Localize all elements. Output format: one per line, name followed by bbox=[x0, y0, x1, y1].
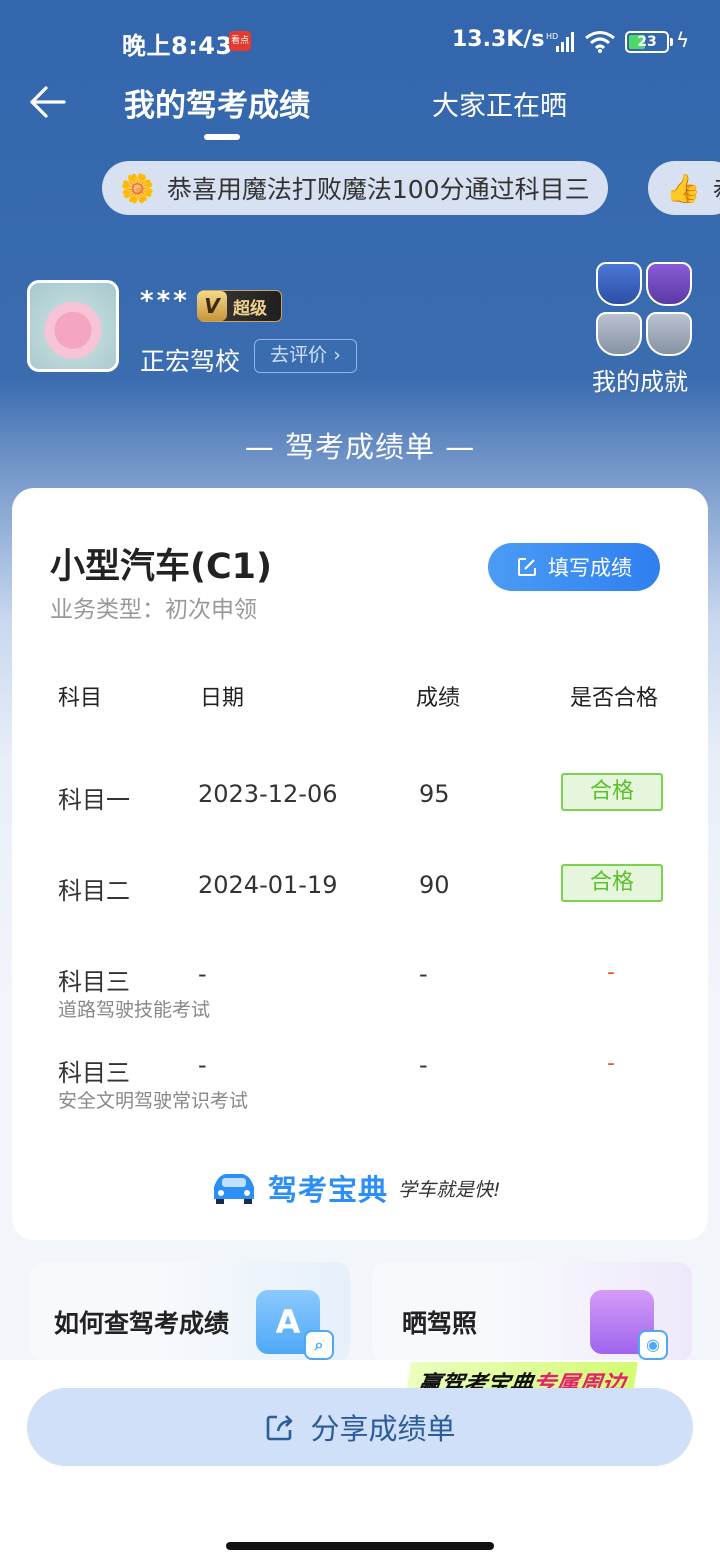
vip-badge[interactable]: V 超级 bbox=[197, 290, 282, 322]
col-header-score: 成绩 bbox=[416, 686, 461, 711]
driving-school: 正宏驾校 bbox=[140, 347, 241, 376]
row-subject: 科目三 bbox=[58, 1059, 130, 1087]
row-subject: 科目二 bbox=[58, 877, 130, 905]
how-to-check-title: 如何查驾考成绩 bbox=[54, 1309, 230, 1338]
business-type: 业务类型：初次申领 bbox=[50, 597, 257, 623]
share-report-label: 分享成绩单 bbox=[310, 1412, 456, 1446]
tab-everyone-sharing[interactable]: 大家正在晒 bbox=[432, 84, 567, 123]
row-subject: 科目一 bbox=[58, 786, 130, 814]
col-header-date: 日期 bbox=[200, 686, 245, 711]
row-score: - bbox=[419, 960, 428, 988]
home-indicator[interactable] bbox=[226, 1542, 494, 1550]
achievements-label[interactable]: 我的成就 bbox=[592, 362, 688, 397]
avatar[interactable] bbox=[27, 280, 119, 372]
news-app-badge-icon: 看点 bbox=[229, 31, 251, 51]
marquee-item[interactable]: 🌼 恭喜用魔法打败魔法100分通过科目三 bbox=[102, 161, 608, 215]
row-date: 2024-01-19 bbox=[198, 871, 338, 899]
thumbs-up-icon: 👍 bbox=[666, 171, 701, 205]
how-to-check-card[interactable]: 如何查驾考成绩 A ⌕ bbox=[30, 1262, 350, 1362]
row-subject-desc: 道路驾驶技能考试 bbox=[58, 999, 211, 1021]
brand-logo: 驾考宝典 学车就是快! bbox=[208, 1166, 501, 1210]
row-subject: 科目三 bbox=[58, 968, 130, 996]
username: *** bbox=[140, 286, 190, 316]
edit-icon bbox=[518, 558, 536, 576]
battery-tip bbox=[670, 38, 673, 46]
wifi-icon bbox=[585, 31, 615, 53]
medal-icon bbox=[596, 312, 642, 356]
marquee-text: 恭 bbox=[713, 170, 720, 206]
row-subject-desc: 安全文明驾驶常识考试 bbox=[58, 1090, 249, 1112]
document-search-icon: A ⌕ bbox=[256, 1290, 334, 1360]
row-score: 90 bbox=[419, 871, 450, 899]
document-letter: A bbox=[275, 1303, 301, 1341]
signal-icon: HD bbox=[546, 32, 574, 52]
col-header-subject: 科目 bbox=[58, 686, 103, 711]
battery-icon: 23 bbox=[625, 31, 669, 53]
row-score: 95 bbox=[419, 780, 450, 808]
row-date: - bbox=[198, 1051, 207, 1079]
rate-button[interactable]: 去评价 › bbox=[254, 339, 357, 373]
magnifier-icon: ⌕ bbox=[304, 1330, 334, 1360]
vip-label: 超级 bbox=[233, 298, 267, 319]
active-tab-indicator bbox=[204, 134, 240, 140]
car-logo-icon bbox=[214, 1174, 254, 1204]
marquee-text: 恭喜用魔法打败魔法100分通过科目三 bbox=[166, 175, 590, 204]
col-header-passed: 是否合格 bbox=[570, 686, 659, 711]
photo-icon: ◉ bbox=[590, 1290, 668, 1360]
achievement-medals[interactable] bbox=[594, 262, 694, 356]
share-license-title: 晒驾照 bbox=[402, 1309, 478, 1338]
camera-icon: ◉ bbox=[638, 1330, 668, 1360]
flower-icon: 🌼 bbox=[120, 171, 155, 205]
section-title: — 驾考成绩单 — bbox=[244, 430, 476, 464]
share-icon bbox=[267, 1415, 293, 1441]
medal-icon bbox=[596, 262, 642, 306]
back-arrow-icon[interactable] bbox=[28, 84, 68, 120]
brand-name: 驾考宝典 bbox=[268, 1173, 389, 1207]
medal-icon bbox=[646, 262, 692, 306]
row-date: - bbox=[198, 960, 207, 988]
status-time: 晚上8:43 bbox=[122, 32, 233, 60]
pass-badge: 合格 bbox=[561, 864, 663, 902]
fill-score-label: 填写成绩 bbox=[548, 556, 632, 580]
fill-score-button[interactable]: 填写成绩 bbox=[488, 543, 660, 591]
row-passed: - bbox=[607, 960, 615, 985]
car-type: 小型汽车(C1) bbox=[50, 547, 273, 587]
charging-icon: ϟ bbox=[676, 28, 690, 52]
pass-badge: 合格 bbox=[561, 773, 663, 811]
network-type: HD bbox=[546, 32, 558, 41]
share-license-card[interactable]: 晒驾照 ◉ bbox=[372, 1262, 692, 1362]
row-passed: - bbox=[607, 1051, 615, 1076]
medal-icon bbox=[646, 312, 692, 356]
share-report-button[interactable]: 分享成绩单 bbox=[27, 1388, 693, 1466]
network-speed: 13.3K/s bbox=[452, 27, 545, 52]
battery-level: 23 bbox=[637, 34, 657, 50]
tab-my-scores[interactable]: 我的驾考成绩 bbox=[124, 80, 310, 125]
row-score: - bbox=[419, 1051, 428, 1079]
brand-slogan: 学车就是快! bbox=[398, 1178, 501, 1201]
row-date: 2023-12-06 bbox=[198, 780, 338, 808]
vip-letter: V bbox=[197, 291, 227, 321]
marquee-item[interactable]: 👍 恭 bbox=[648, 161, 720, 215]
